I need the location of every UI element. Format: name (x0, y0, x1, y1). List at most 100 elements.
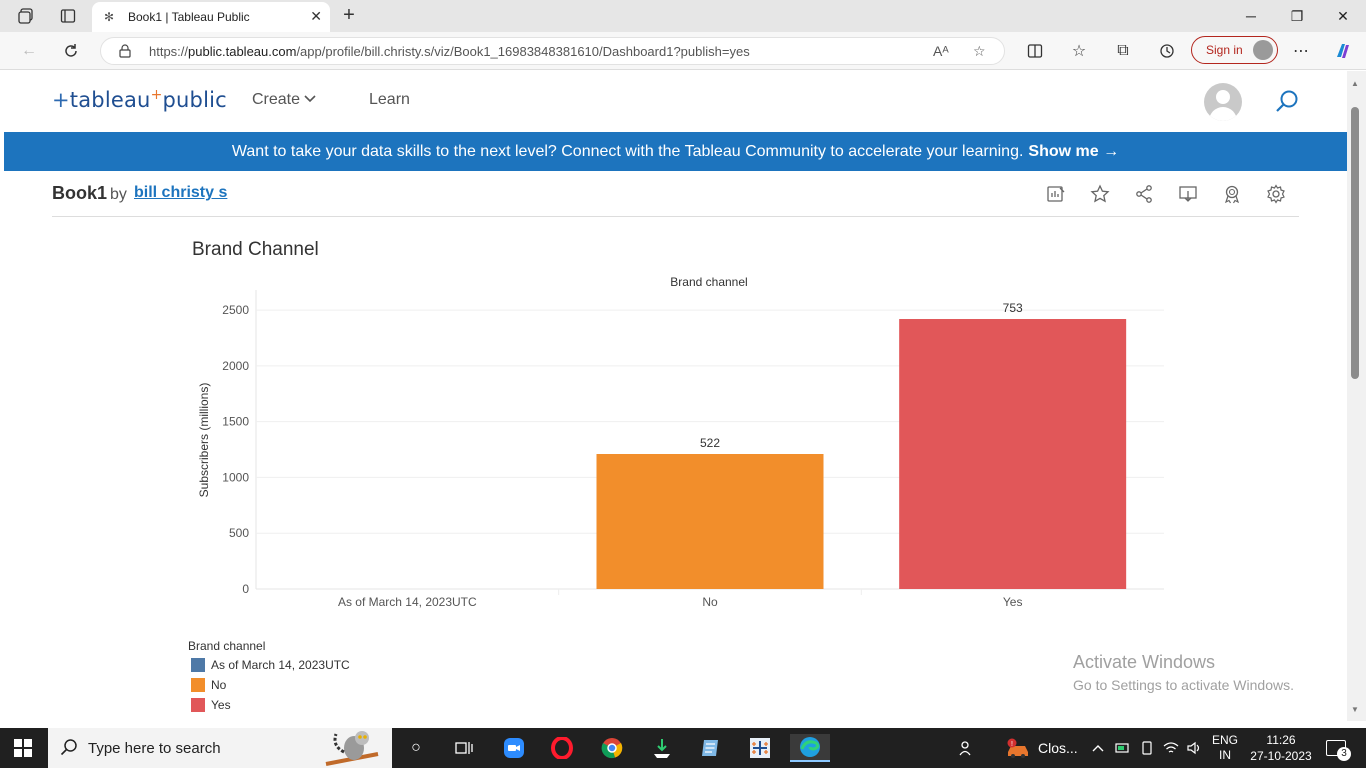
tab-title: Book1 | Tableau Public (128, 10, 250, 24)
scroll-down-icon[interactable]: ▼ (1351, 705, 1359, 714)
author-link[interactable]: bill christy s (134, 184, 227, 202)
back-icon[interactable]: ← (18, 40, 40, 62)
zoom-app-icon[interactable] (498, 734, 530, 762)
edit-viz-icon[interactable] (1046, 184, 1066, 204)
logo-text: tableau (69, 88, 151, 112)
nav-create[interactable]: Create (252, 91, 317, 109)
bar-no[interactable] (596, 454, 824, 589)
logo-suffix: public (162, 88, 227, 112)
copilot-icon[interactable] (1332, 40, 1354, 62)
search-icon (60, 738, 78, 761)
tab-actions-icon[interactable] (54, 4, 82, 28)
y-tick-label: 500 (229, 526, 249, 540)
new-tab-button[interactable]: + (338, 4, 360, 27)
url-host: public.tableau.com (188, 44, 297, 59)
x-tick-label: Yes (1003, 595, 1023, 609)
y-tick-label: 0 (242, 582, 249, 596)
svg-text:!: ! (1011, 741, 1013, 748)
tableau-app-icon[interactable] (744, 734, 776, 762)
lock-icon[interactable] (119, 44, 131, 61)
taskbar-notification-app[interactable]: ! Clos... (1006, 728, 1078, 768)
download-icon[interactable] (1178, 184, 1198, 204)
clock-time: 11:26 (1266, 733, 1296, 747)
edge-browser-icon[interactable] (790, 734, 830, 762)
profile-avatar-icon (1253, 40, 1273, 60)
wifi-icon[interactable] (1163, 728, 1179, 768)
close-tab-icon[interactable]: ✕ (310, 8, 322, 25)
legend-item[interactable]: As of March 14, 2023UTC (191, 657, 350, 673)
notepad-app-icon[interactable] (694, 734, 726, 762)
cortana-icon[interactable]: ○ (400, 734, 432, 762)
address-bar[interactable]: https://public.tableau.com/app/profile/b… (100, 37, 1005, 65)
tableau-public-logo[interactable]: +tableau+public (52, 87, 227, 112)
language-line1: ENG (1212, 733, 1239, 747)
bar-data-label: 753 (1003, 301, 1023, 315)
people-icon[interactable] (958, 728, 976, 768)
nav-learn[interactable]: Learn (369, 91, 410, 109)
split-screen-icon[interactable] (1024, 40, 1046, 62)
history-icon[interactable] (1156, 40, 1178, 62)
search-icon[interactable] (1274, 89, 1300, 115)
legend-label: No (211, 678, 227, 692)
page-scrollbar[interactable]: ▲ ▼ (1347, 71, 1366, 721)
url-path: /app/profile/bill.christy.s/viz/Book1_16… (296, 44, 750, 59)
browser-toolbar: ← https://public.tableau.com/app/profile… (0, 32, 1366, 70)
community-banner: Want to take your data skills to the nex… (4, 132, 1347, 171)
workbook-title-bar: Book1 by bill christy s (52, 172, 1299, 217)
legend-item[interactable]: Yes (191, 697, 231, 713)
usb-icon[interactable] (1140, 728, 1154, 768)
sign-in-label: Sign in (1206, 43, 1243, 57)
workbook-title: Book1 (52, 183, 108, 203)
workspaces-icon[interactable] (12, 4, 40, 28)
legend-swatch (191, 658, 205, 672)
read-aloud-icon[interactable]: Aᴬ (933, 43, 949, 59)
banner-text: Want to take your data skills to the nex… (231, 142, 1024, 160)
badge-icon[interactable] (1222, 184, 1242, 204)
windows-start-icon[interactable] (14, 739, 32, 757)
bar-data-label: 522 (700, 436, 720, 450)
scrollbar-thumb[interactable] (1351, 107, 1359, 379)
settings-gear-icon[interactable] (1266, 184, 1286, 204)
lemur-illustration-icon (325, 731, 379, 766)
notifications-icon[interactable]: 3 (1326, 740, 1351, 761)
favorites-icon[interactable]: ☆ (1068, 40, 1090, 62)
user-avatar[interactable] (1204, 83, 1242, 121)
taskbar-clock[interactable]: 11:26 27-10-2023 (1248, 732, 1314, 764)
favorite-star-icon[interactable]: ☆ (973, 43, 986, 60)
browser-tab-active[interactable]: ✻ Book1 | Tableau Public ✕ (92, 2, 330, 32)
battery-icon[interactable] (1115, 728, 1131, 768)
tray-app-label: Clos... (1038, 740, 1078, 756)
opera-browser-icon[interactable] (546, 734, 578, 762)
y-tick-label: 1000 (222, 470, 249, 484)
x-tick-label: As of March 14, 2023UTC (338, 595, 477, 609)
language-line2: IN (1219, 748, 1231, 762)
taskbar-search-placeholder: Type here to search (88, 739, 221, 757)
browser-tab-strip: ✻ Book1 | Tableau Public ✕ + ─ ❐ ✕ (0, 0, 1366, 32)
sign-in-button[interactable]: Sign in (1191, 36, 1278, 64)
scroll-up-icon[interactable]: ▲ (1351, 79, 1359, 88)
volume-icon[interactable] (1186, 728, 1202, 768)
watermark-line2: Go to Settings to activate Windows. (1073, 677, 1294, 693)
favorite-star-icon[interactable] (1090, 184, 1110, 204)
language-indicator[interactable]: ENG IN (1212, 728, 1238, 768)
restore-icon[interactable]: ❐ (1274, 4, 1320, 28)
url-text[interactable]: https://public.tableau.com/app/profile/b… (149, 44, 750, 59)
close-window-icon[interactable]: ✕ (1320, 4, 1366, 28)
refresh-icon[interactable] (60, 40, 82, 62)
more-options-icon[interactable]: ⋯ (1290, 40, 1312, 62)
legend-item[interactable]: No (191, 677, 226, 693)
taskbar-search-box[interactable]: Type here to search (48, 728, 392, 768)
collections-icon[interactable]: ⧉ (1112, 40, 1134, 62)
minimize-icon[interactable]: ─ (1228, 4, 1274, 28)
task-view-icon[interactable] (448, 734, 480, 762)
installer-app-icon[interactable] (646, 734, 678, 762)
windows-taskbar: Type here to search ○ ! Clos... ENG IN 1… (0, 728, 1366, 768)
site-header: +tableau+public Create Learn (4, 71, 1347, 132)
show-hidden-icons-icon[interactable] (1092, 728, 1104, 768)
share-icon[interactable] (1134, 184, 1154, 204)
bar-chart[interactable]: Brand channel Subscribers (millions) 0 50… (186, 270, 1176, 620)
bar-yes[interactable] (899, 319, 1127, 589)
clock-date: 27-10-2023 (1250, 749, 1312, 763)
chrome-browser-icon[interactable] (596, 734, 628, 762)
show-me-link[interactable]: Show me → (1028, 143, 1119, 161)
